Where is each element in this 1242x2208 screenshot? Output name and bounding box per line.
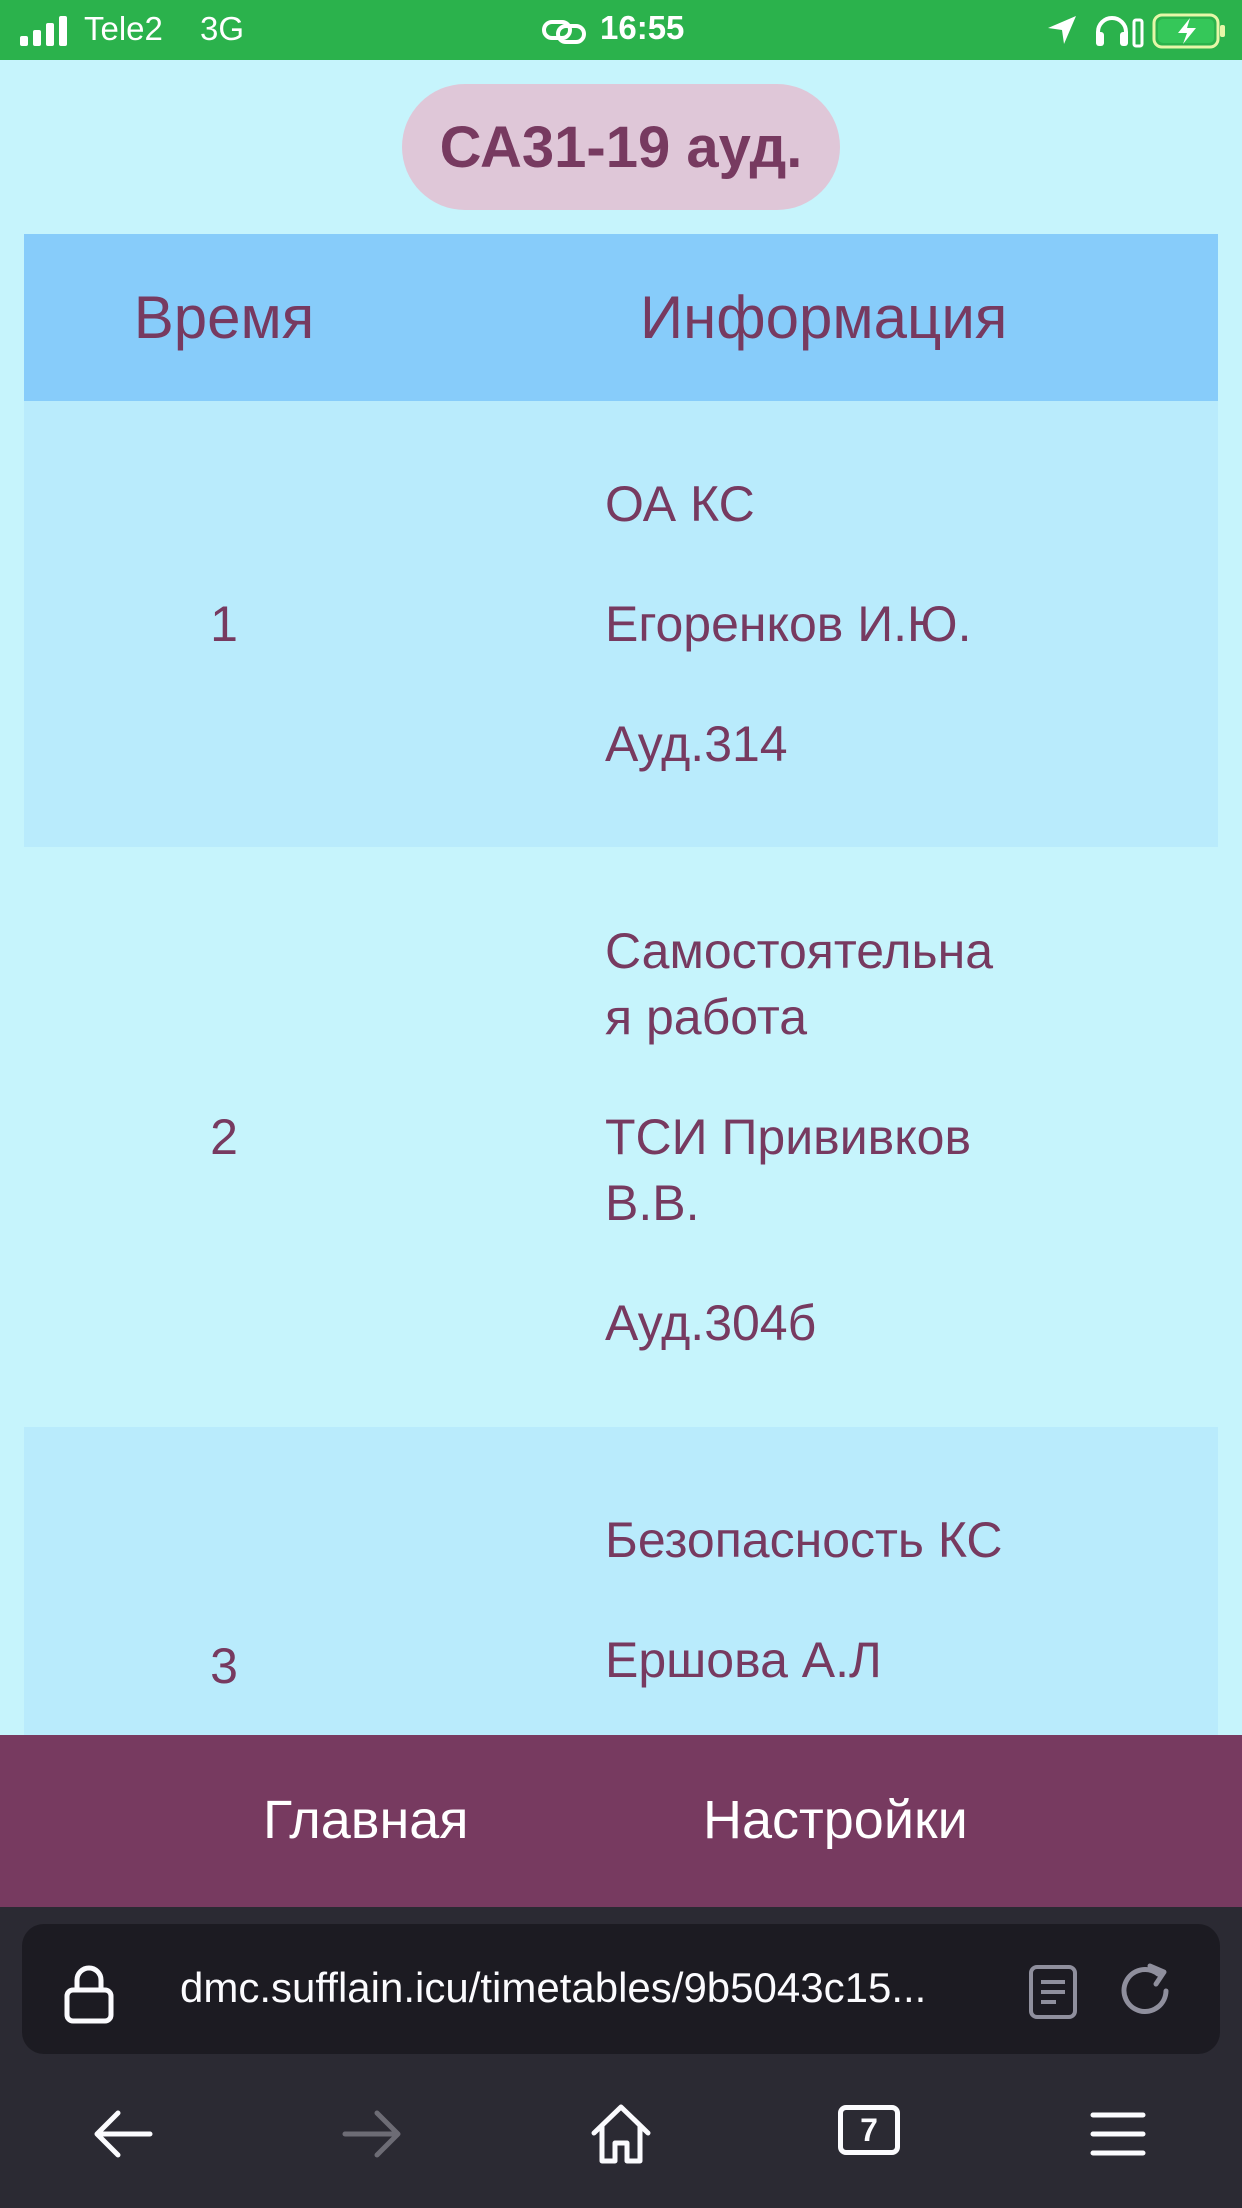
lesson-room: Ауд.314 (605, 716, 788, 772)
column-header-time: Время (133, 284, 315, 351)
location-arrow-icon (1048, 16, 1076, 44)
table-row: 1 ОА КС Егоренков И.Ю. Ауд.314 (24, 401, 1218, 847)
browser-chrome: dmc.sufflain.icu/timetables/9b5043c15... (0, 1907, 1242, 2208)
url-text[interactable]: dmc.sufflain.icu/timetables/9b5043c15... (180, 1964, 926, 2012)
carrier-label: Tele2 (84, 10, 163, 47)
group-title: СА31-19 ауд. (402, 84, 840, 210)
lesson-teacher: Ершова А.Л (605, 1632, 882, 1688)
network-type: 3G (200, 10, 245, 47)
headphones-icon (1096, 16, 1144, 48)
home-icon[interactable] (586, 2099, 656, 2169)
lesson-teacher-line1: ТСИ Прививков (605, 1109, 972, 1165)
lesson-teacher-line2: В.В. (605, 1175, 700, 1231)
page: Tele2 3G 16:55 СА31-19 ауд. Время Информ… (0, 0, 1242, 2208)
status-bar: Tele2 3G 16:55 (0, 0, 1242, 60)
nav-settings-link[interactable]: Настройки (703, 1789, 968, 1851)
lesson-subject: ОА КС (605, 476, 755, 532)
lesson-subject-line1: Самостоятельна (605, 923, 994, 979)
lesson-info: Самостоятельна я работа ТСИ Прививков В.… (24, 918, 1218, 1356)
link-icon (542, 20, 586, 44)
lesson-info: Безопасность КС Ершова А.Л (24, 1427, 1218, 1693)
app-bottom-nav: Главная Настройки (0, 1735, 1242, 1907)
table-row: 2 Самостоятельна я работа ТСИ Прививков … (24, 847, 1218, 1427)
lesson-teacher: Егоренков И.Ю. (605, 596, 972, 652)
back-arrow-icon[interactable] (88, 2099, 158, 2169)
signal-icon (20, 16, 67, 46)
table-header: Время Информация (24, 234, 1218, 401)
column-header-info: Информация (640, 284, 1008, 351)
nav-home-link[interactable]: Главная (263, 1789, 469, 1851)
clock: 16:55 (600, 9, 685, 46)
lesson-room: Ауд.304б (605, 1295, 817, 1351)
browser-toolbar: 7 (0, 2099, 1242, 2199)
tabs-count-button[interactable]: 7 (838, 2105, 900, 2155)
lesson-subject-line2: я работа (605, 989, 808, 1045)
lesson-info: ОА КС Егоренков И.Ю. Ауд.314 (24, 471, 1218, 777)
lock-icon[interactable] (62, 1962, 116, 2024)
battery-icon (1152, 13, 1225, 49)
reader-view-icon[interactable] (1028, 1964, 1078, 2020)
reload-icon[interactable] (1116, 1962, 1174, 2020)
menu-icon[interactable] (1083, 2099, 1153, 2169)
url-bar[interactable]: dmc.sufflain.icu/timetables/9b5043c15... (22, 1924, 1220, 2054)
forward-arrow-icon[interactable] (337, 2099, 407, 2169)
timetable: Время Информация 1 ОА КС Егоренков И.Ю. … (24, 234, 1218, 1827)
lesson-subject: Безопасность КС (605, 1512, 1003, 1568)
